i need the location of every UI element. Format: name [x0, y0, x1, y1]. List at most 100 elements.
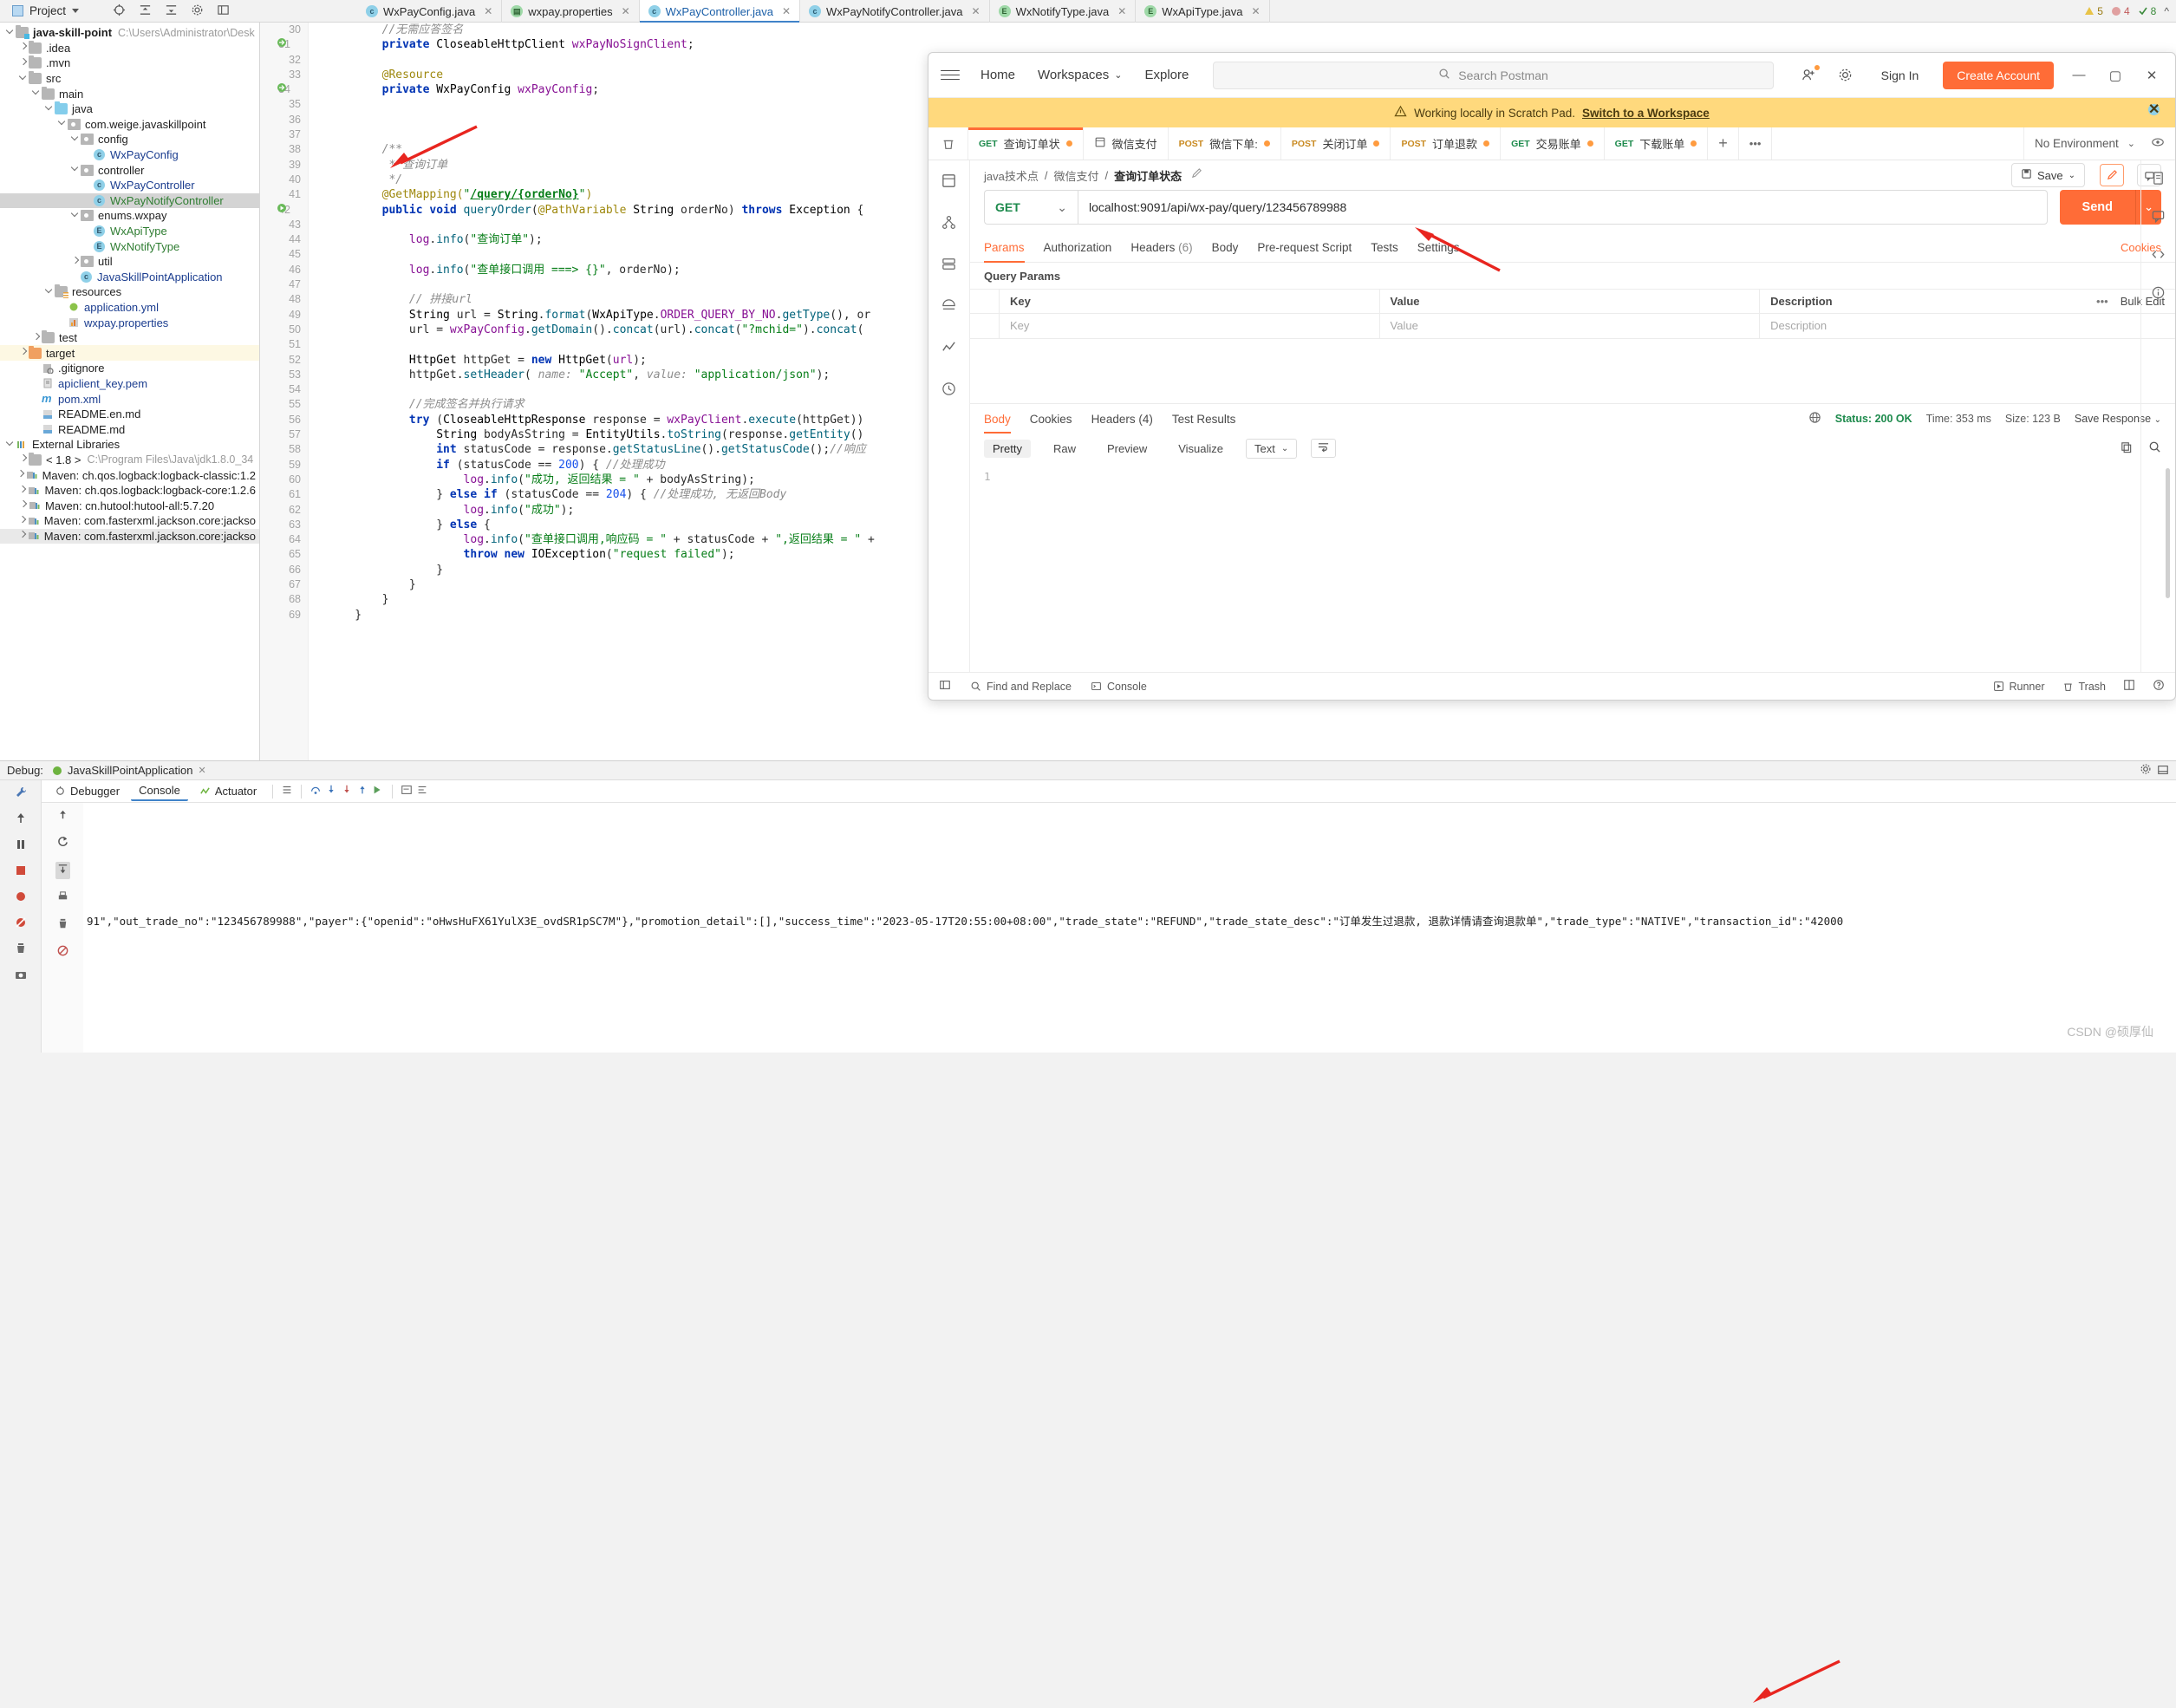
nav-workspaces[interactable]: Workspaces ⌄ [1038, 68, 1122, 82]
step-over-icon[interactable] [309, 784, 322, 799]
tab-debugger[interactable]: Debugger [47, 782, 127, 800]
tab-options-button[interactable]: ••• [1739, 127, 1773, 160]
soft-wrap-icon[interactable] [401, 784, 413, 799]
project-tree-panel[interactable]: java-skill-point C:\Users\Administrator\D… [0, 23, 260, 760]
close-icon[interactable]: ✕ [484, 5, 492, 17]
scroll-end-icon[interactable] [55, 862, 70, 879]
tree-item[interactable]: test [0, 330, 259, 346]
cancel-icon[interactable] [56, 944, 69, 960]
tab-console[interactable]: Console [131, 781, 188, 801]
chevron-down-icon[interactable] [44, 287, 55, 297]
chevron-up-icon[interactable]: ^ [2164, 5, 2169, 17]
select-all-checkbox[interactable] [970, 290, 1000, 313]
run-gutter-icon[interactable] [277, 203, 287, 213]
environments-icon[interactable] [941, 256, 957, 275]
settings-wrench-icon[interactable] [14, 786, 28, 802]
tree-item[interactable]: controller [0, 162, 259, 178]
breadcrumb-part-0[interactable]: java技术点 [984, 167, 1039, 184]
apis-icon[interactable] [941, 214, 957, 233]
editor-tab[interactable]: E WxApiType.java ✕ [1136, 0, 1270, 23]
tree-item[interactable]: c JavaSkillPointApplication [0, 270, 259, 285]
code-line[interactable]: private CloseableHttpClient wxPayNoSignC… [309, 37, 2176, 52]
code-icon[interactable] [2151, 247, 2166, 264]
chevron-right-icon[interactable] [18, 454, 29, 465]
mock-icon[interactable] [941, 297, 957, 316]
tab-tests[interactable]: Tests [1371, 233, 1398, 263]
search-input[interactable]: Search Postman [1213, 61, 1774, 89]
response-type-select[interactable]: Text ⌄ [1246, 438, 1298, 459]
request-tab-3[interactable]: POST 关闭订单 [1281, 127, 1391, 160]
tree-item[interactable]: com.weige.javaskillpoint [0, 117, 259, 133]
documentation-icon[interactable] [2151, 171, 2166, 188]
eye-icon[interactable] [2151, 135, 2165, 152]
force-step-into-icon[interactable] [341, 784, 353, 799]
copy-icon[interactable] [2120, 440, 2133, 456]
close-icon[interactable]: ✕ [972, 5, 981, 17]
tree-item[interactable]: util [0, 254, 259, 270]
chevron-down-icon[interactable] [57, 119, 68, 129]
chevron-down-icon[interactable] [18, 74, 29, 84]
tree-item[interactable]: resources [0, 284, 259, 300]
warning-count[interactable]: 5 [2084, 5, 2103, 17]
delete-icon[interactable] [14, 942, 28, 958]
minimize-icon[interactable]: — [2068, 64, 2090, 87]
close-icon[interactable]: ✕ [198, 765, 205, 776]
save-button[interactable]: Save ⌄ [2010, 163, 2085, 187]
chevron-right-icon[interactable] [31, 333, 42, 343]
chevron-down-icon[interactable] [5, 440, 16, 450]
camera-icon[interactable] [14, 968, 28, 984]
response-tab-cookies[interactable]: Cookies [1030, 404, 1072, 434]
scroll-to-end-icon[interactable] [416, 784, 428, 799]
tree-item[interactable]: Maven: ch.qos.logback:logback-core:1.2.6 [0, 483, 259, 499]
view-breakpoints-icon[interactable] [14, 916, 28, 932]
nav-home[interactable]: Home [981, 68, 1015, 82]
tree-item[interactable]: Maven: cn.hutool:hutool-all:5.7.20 [0, 498, 259, 513]
chevron-right-icon[interactable] [18, 486, 29, 496]
format-visualize[interactable]: Visualize [1169, 440, 1232, 458]
description-input[interactable]: Description [1760, 314, 2175, 338]
project-tool-button[interactable]: Project [12, 4, 80, 17]
sign-in-button[interactable]: Sign In [1871, 63, 1930, 88]
hamburger-icon[interactable] [941, 66, 960, 85]
ellipsis-icon[interactable]: ••• [2096, 295, 2108, 308]
tree-item[interactable]: Maven: com.fasterxml.jackson.core:jackso [0, 528, 259, 544]
up-arrow-icon[interactable] [56, 808, 69, 824]
tab-authorization[interactable]: Authorization [1044, 233, 1112, 263]
tree-item[interactable]: c WxPayConfig [0, 147, 259, 163]
resume-up-icon[interactable] [14, 812, 28, 828]
tab-settings[interactable]: Settings [1417, 233, 1460, 263]
chevron-down-icon[interactable] [70, 165, 81, 175]
http-method-select[interactable]: GET ⌄ [984, 190, 1078, 225]
collapse-all-icon[interactable] [139, 3, 152, 19]
editor-tab[interactable]: E WxNotifyType.java ✕ [990, 0, 1137, 23]
gear-icon[interactable] [191, 3, 204, 19]
close-icon[interactable]: ✕ [2140, 64, 2163, 87]
row-checkbox[interactable] [970, 314, 1000, 338]
response-body[interactable]: 1 [970, 463, 2175, 672]
ok-count[interactable]: 8 [2138, 5, 2156, 17]
chevron-right-icon[interactable] [17, 531, 28, 541]
chevron-right-icon[interactable] [18, 58, 29, 68]
trash-icon[interactable] [56, 917, 69, 933]
error-count[interactable]: 4 [2111, 5, 2130, 17]
tree-item[interactable]: c WxPayController [0, 178, 259, 193]
tree-item[interactable]: java [0, 101, 259, 117]
list-icon[interactable] [281, 784, 293, 799]
wrap-lines-icon[interactable] [1311, 439, 1337, 458]
request-url-input[interactable]: localhost:9091/api/wx-pay/query/12345678… [1078, 190, 2048, 225]
trash-button[interactable]: Trash [2062, 681, 2106, 693]
toggle-sidebar-icon[interactable] [939, 679, 951, 694]
globe-icon[interactable] [1808, 411, 1821, 427]
breadcrumb-part-1[interactable]: 微信支付 [1053, 167, 1098, 184]
send-button[interactable]: Send [2059, 190, 2135, 225]
target-icon[interactable] [113, 3, 126, 19]
close-icon[interactable]: ✕ [622, 5, 630, 17]
postman-window[interactable]: Home Workspaces ⌄ Explore Search Postman… [928, 52, 2176, 701]
debug-console-output[interactable]: 91","out_trade_no":"123456789988","payer… [83, 803, 2176, 1053]
collections-icon[interactable] [941, 173, 957, 192]
step-out-icon[interactable] [356, 784, 368, 799]
tree-item[interactable]: c WxPayNotifyController [0, 192, 259, 209]
request-tab-0[interactable]: GET 查询订单状 [968, 127, 1084, 160]
editor-tab-active[interactable]: c WxPayController.java ✕ [639, 0, 800, 23]
gear-icon[interactable] [2140, 763, 2152, 778]
